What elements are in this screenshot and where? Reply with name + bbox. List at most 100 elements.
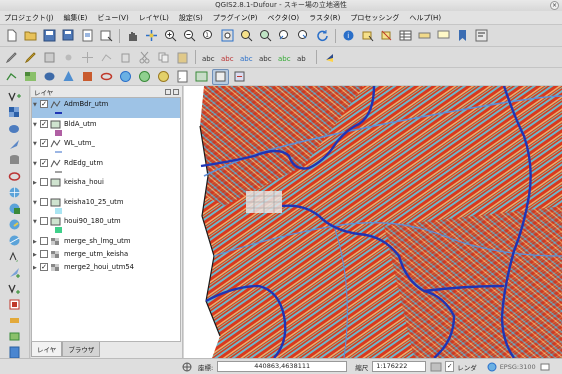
crs-globe-icon[interactable] bbox=[487, 362, 497, 372]
menu-view[interactable]: ビュー(V) bbox=[97, 13, 128, 23]
expand-arrow-icon[interactable]: ▶ bbox=[32, 265, 39, 271]
menu-layer[interactable]: レイヤ(L) bbox=[139, 13, 169, 23]
move-feature-button[interactable] bbox=[79, 49, 96, 65]
pan-to-selection-button[interactable] bbox=[143, 28, 160, 44]
layer-item-merge-utm-keisha[interactable]: ▶ merge_utm_keisha bbox=[32, 248, 180, 261]
menu-help[interactable]: ヘルプ(H) bbox=[409, 13, 441, 23]
new-shapefile-button[interactable] bbox=[193, 69, 210, 85]
layer-visibility-checkbox[interactable]: ✓ bbox=[40, 139, 48, 147]
delete-selected-button[interactable] bbox=[117, 49, 134, 65]
new-temp-layer-button-side[interactable] bbox=[5, 282, 25, 295]
layer-visibility-checkbox[interactable]: ✓ bbox=[40, 119, 48, 128]
menu-raster[interactable]: ラスタ(R) bbox=[309, 13, 340, 23]
expand-arrow-icon[interactable]: ▶ bbox=[32, 180, 39, 186]
messages-icon[interactable] bbox=[540, 362, 550, 372]
menu-processing[interactable]: プロセッシング bbox=[350, 13, 399, 23]
layer-visibility-checkbox[interactable] bbox=[40, 178, 48, 186]
add-wfs-button[interactable] bbox=[155, 69, 172, 85]
map-canvas[interactable] bbox=[184, 86, 562, 358]
add-wms-button-side[interactable] bbox=[5, 186, 25, 199]
map-tips-button[interactable] bbox=[435, 28, 452, 44]
collapse-arrow-icon[interactable]: ▼ bbox=[32, 161, 39, 167]
add-oracle-button-side[interactable] bbox=[5, 170, 25, 183]
layer-properties-button[interactable] bbox=[212, 68, 229, 85]
zoom-native-button[interactable]: 1 bbox=[200, 28, 217, 44]
add-delimited-button-side[interactable]: , bbox=[5, 250, 25, 263]
float-panel-button[interactable] bbox=[165, 88, 171, 95]
layer-visibility-checkbox[interactable]: ✓ bbox=[40, 262, 48, 271]
embed-layer-button-side[interactable] bbox=[5, 330, 25, 343]
toggle-editing-button[interactable] bbox=[22, 49, 39, 65]
layer-item-houi90-180[interactable]: ▼ houi90_180_utm bbox=[32, 215, 180, 235]
expand-arrow-icon[interactable]: ▶ bbox=[32, 252, 39, 258]
text-annotation-button[interactable] bbox=[473, 28, 490, 44]
layer-item-rdedg[interactable]: ▼ ✓ RdEdg_utm bbox=[32, 157, 180, 177]
layer-item-wl[interactable]: ▼ ✓ WL_utm_ bbox=[32, 137, 180, 157]
zoom-full-button[interactable] bbox=[219, 28, 236, 44]
layer-item-admbdr[interactable]: ▼ ✓ AdmBdr_utm bbox=[32, 98, 180, 118]
add-raster-button-side[interactable] bbox=[5, 106, 25, 119]
cut-features-button[interactable] bbox=[136, 49, 153, 65]
new-spatialite-button-side[interactable] bbox=[5, 266, 25, 279]
close-window-button[interactable]: × bbox=[550, 1, 559, 10]
label-tool-button[interactable]: abc bbox=[200, 49, 217, 65]
deselect-button[interactable] bbox=[378, 28, 395, 44]
rotate-label-button[interactable]: abc bbox=[276, 49, 293, 65]
add-delimited-text-button[interactable]: , bbox=[174, 69, 191, 85]
layer-visibility-checkbox[interactable]: ✓ bbox=[40, 100, 48, 108]
collapse-arrow-icon[interactable]: ▼ bbox=[32, 141, 39, 147]
attribute-table-button[interactable] bbox=[397, 28, 414, 44]
identify-button[interactable]: i bbox=[340, 28, 357, 44]
refresh-button[interactable] bbox=[314, 28, 331, 44]
zoom-last-button[interactable] bbox=[276, 28, 293, 44]
tab-browser[interactable]: ブラウザ bbox=[62, 342, 101, 357]
remove-layer-button-side[interactable] bbox=[5, 314, 25, 327]
menu-vector[interactable]: ベクタ(O) bbox=[267, 13, 299, 23]
add-raster-layer-button[interactable] bbox=[22, 69, 39, 85]
expand-arrow-icon[interactable]: ▶ bbox=[32, 239, 39, 245]
add-feature-button[interactable] bbox=[60, 49, 77, 65]
pan-map-button[interactable] bbox=[124, 28, 141, 44]
bookmark-button[interactable] bbox=[454, 28, 471, 44]
coordinate-field[interactable]: 440863,4638111 bbox=[217, 361, 348, 372]
save-edits-button[interactable] bbox=[41, 49, 58, 65]
change-label-button[interactable]: ab bbox=[295, 49, 312, 65]
remove-layer-button[interactable] bbox=[231, 69, 248, 85]
add-wfs-alt-button-side[interactable] bbox=[5, 234, 25, 247]
add-wcs-button-side[interactable] bbox=[5, 202, 25, 215]
copy-features-button[interactable] bbox=[155, 49, 172, 65]
add-mssql-button-side[interactable] bbox=[5, 154, 25, 167]
layer-visibility-checkbox[interactable] bbox=[40, 197, 48, 206]
zoom-to-layer-button[interactable] bbox=[257, 28, 274, 44]
add-oracle-button[interactable] bbox=[98, 69, 115, 85]
select-features-button[interactable] bbox=[359, 28, 376, 44]
node-tool-button[interactable] bbox=[98, 49, 115, 65]
add-wms-button[interactable] bbox=[117, 69, 134, 85]
zoom-in-button[interactable] bbox=[162, 28, 179, 44]
pin-labels-button[interactable]: abc bbox=[219, 49, 236, 65]
menu-settings[interactable]: 設定(S) bbox=[179, 13, 203, 23]
add-postgis-button[interactable] bbox=[41, 69, 58, 85]
layer-item-merge-sh[interactable]: ▶ merge_sh_lmg_utm bbox=[32, 235, 180, 248]
add-vector-button-side[interactable] bbox=[5, 90, 25, 103]
add-spatialite-button-side[interactable] bbox=[5, 138, 25, 151]
tab-layers[interactable]: レイヤ bbox=[31, 342, 63, 357]
open-project-button[interactable] bbox=[22, 28, 39, 44]
new-gpx-button-side[interactable] bbox=[5, 298, 25, 311]
add-wfs-button-side[interactable] bbox=[5, 218, 25, 231]
menu-project[interactable]: プロジェクト(J) bbox=[4, 13, 54, 23]
composer-manager-button[interactable] bbox=[98, 28, 115, 44]
layer-visibility-checkbox[interactable] bbox=[40, 249, 48, 258]
python-console-button[interactable] bbox=[321, 49, 338, 65]
layer-item-merge2-houi[interactable]: ▶ ✓ merge2_houi_utm54 bbox=[32, 261, 180, 274]
new-project-button[interactable] bbox=[3, 28, 20, 44]
new-print-composer-button[interactable] bbox=[79, 28, 96, 44]
paste-features-button[interactable] bbox=[174, 49, 191, 65]
add-spatialite-button[interactable] bbox=[60, 69, 77, 85]
coordinate-toggle-icon[interactable] bbox=[182, 362, 192, 372]
collapse-arrow-icon[interactable]: ▼ bbox=[32, 200, 39, 206]
layer-item-keisha10-25[interactable]: ▼ keisha10_25_utm bbox=[32, 196, 180, 216]
crs-status[interactable]: EPSG:3100 bbox=[500, 363, 536, 371]
add-postgis-button-side[interactable] bbox=[5, 122, 25, 135]
menu-edit[interactable]: 編集(E) bbox=[64, 13, 88, 23]
